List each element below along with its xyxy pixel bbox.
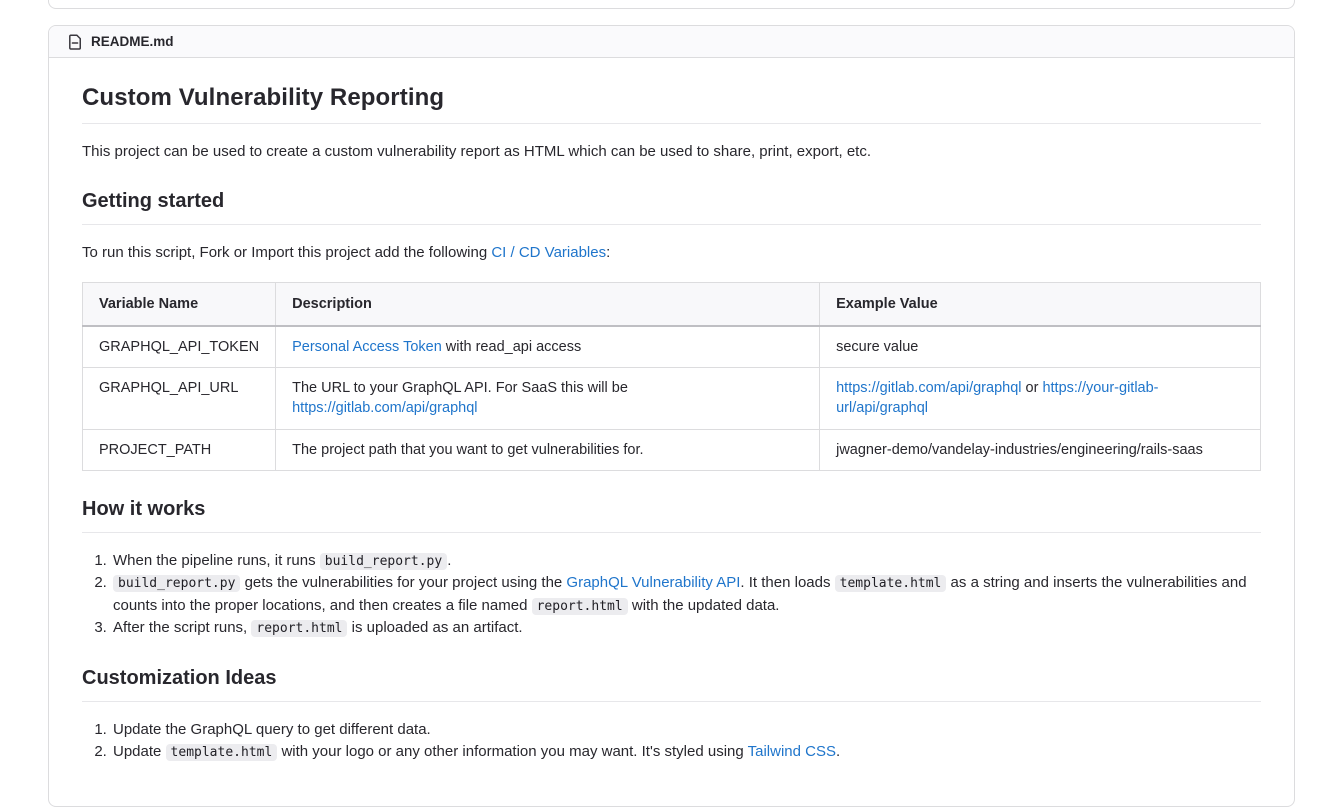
table-row: GRAPHQL_API_URLThe URL to your GraphQL A… — [83, 368, 1261, 430]
table-cell-description: Personal Access Token with read_api acce… — [276, 326, 820, 368]
file-document-icon — [67, 34, 83, 50]
file-name: README.md — [91, 34, 174, 49]
markdown-body: Custom Vulnerability Reporting This proj… — [49, 58, 1294, 806]
table-cell-description: The URL to your GraphQL API. For SaaS th… — [276, 368, 820, 430]
heading-how-it-works: How it works — [82, 498, 1261, 533]
table-cell-description: The project path that you want to get vu… — [276, 429, 820, 470]
list-item: Update template.html with your logo or a… — [111, 741, 1261, 764]
table-header-row: Variable Name Description Example Value — [83, 282, 1261, 326]
inline-code: report.html — [532, 598, 628, 615]
variables-table: Variable Name Description Example Value … — [82, 282, 1261, 471]
table-cell-variable-name: GRAPHQL_API_TOKEN — [83, 326, 276, 368]
customization-list: Update the GraphQL query to get differen… — [82, 719, 1261, 764]
inline-link[interactable]: CI / CD Variables — [491, 244, 606, 261]
variables-table-head: Variable Name Description Example Value — [83, 282, 1261, 326]
table-cell-example-value: secure value — [820, 326, 1261, 368]
intro-paragraph: This project can be used to create a cus… — [82, 141, 1261, 163]
table-header-description: Description — [276, 282, 820, 326]
previous-card-bottom-edge — [48, 0, 1295, 9]
inline-link[interactable]: https://gitlab.com/api/graphql — [292, 400, 477, 416]
inline-code: template.html — [835, 575, 947, 592]
table-header-example-value: Example Value — [820, 282, 1261, 326]
heading-getting-started: Getting started — [82, 190, 1261, 225]
readme-card: README.md Custom Vulnerability Reporting… — [48, 25, 1295, 807]
heading-customization-ideas: Customization Ideas — [82, 667, 1261, 702]
table-cell-example-value: jwagner-demo/vandelay-industries/enginee… — [820, 429, 1261, 470]
inline-code: build_report.py — [113, 575, 240, 592]
inline-link[interactable]: Tailwind CSS — [748, 743, 836, 760]
inline-link[interactable]: https://gitlab.com/api/graphql — [836, 380, 1021, 396]
inline-code: report.html — [251, 620, 347, 637]
table-cell-variable-name: GRAPHQL_API_URL — [83, 368, 276, 430]
inline-code: build_report.py — [320, 553, 447, 570]
table-header-variable-name: Variable Name — [83, 282, 276, 326]
list-item: After the script runs, report.html is up… — [111, 617, 1261, 640]
inline-link[interactable]: GraphQL Vulnerability API — [566, 574, 740, 591]
file-header: README.md — [49, 26, 1294, 58]
page-title: Custom Vulnerability Reporting — [82, 84, 1261, 124]
list-item: When the pipeline runs, it runs build_re… — [111, 550, 1261, 573]
table-cell-example-value: https://gitlab.com/api/graphql or https:… — [820, 368, 1261, 430]
variables-table-body: GRAPHQL_API_TOKENPersonal Access Token w… — [83, 326, 1261, 471]
inline-link[interactable]: Personal Access Token — [292, 339, 442, 355]
table-row: GRAPHQL_API_TOKENPersonal Access Token w… — [83, 326, 1261, 368]
getting-started-lead: To run this script, Fork or Import this … — [82, 242, 1261, 264]
how-it-works-list: When the pipeline runs, it runs build_re… — [82, 550, 1261, 640]
list-item: build_report.py gets the vulnerabilities… — [111, 572, 1261, 617]
inline-code: template.html — [166, 744, 278, 761]
list-item: Update the GraphQL query to get differen… — [111, 719, 1261, 742]
table-row: PROJECT_PATHThe project path that you wa… — [83, 429, 1261, 470]
table-cell-variable-name: PROJECT_PATH — [83, 429, 276, 470]
